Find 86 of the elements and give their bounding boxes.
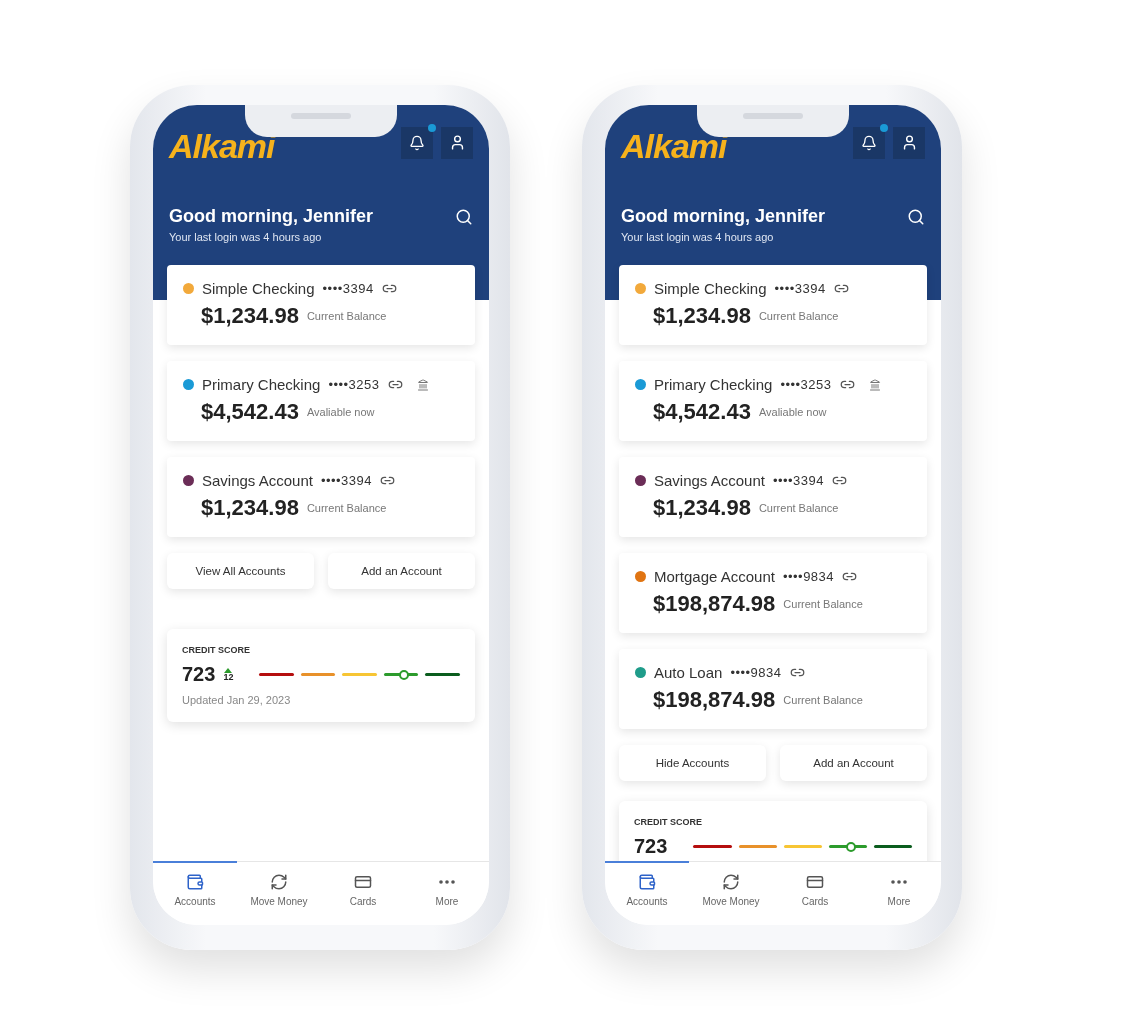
credit-score-value: 723: [182, 663, 216, 686]
account-number: ••••3394: [322, 281, 374, 296]
search-button[interactable]: [455, 207, 473, 226]
balance-label: Current Balance: [783, 598, 863, 610]
account-name: Mortgage Account: [654, 568, 775, 585]
account-number: ••••3253: [328, 377, 380, 392]
nav-tab[interactable]: Cards: [321, 861, 405, 925]
search-icon: [907, 207, 925, 226]
unread-dot: [880, 123, 888, 132]
nav-tab[interactable]: More: [405, 861, 489, 925]
nav-tab[interactable]: Move Money: [237, 861, 321, 925]
nav-tab[interactable]: Accounts: [605, 861, 689, 925]
account-action-button[interactable]: View All Accounts: [167, 553, 314, 589]
balance-label: Current Balance: [783, 694, 863, 706]
account-card[interactable]: Mortgage Account ••••9834 $198,874.98 Current Balance: [619, 553, 927, 633]
account-balance: $198,874.98: [653, 591, 776, 617]
card-icon: [806, 873, 824, 891]
notifications-button[interactable]: [401, 126, 433, 159]
account-balance: $4,542.43: [201, 399, 299, 425]
account-name: Simple Checking: [202, 280, 315, 297]
account-name: Savings Account: [654, 472, 765, 489]
account-balance: $1,234.98: [201, 495, 299, 521]
account-number: ••••3394: [320, 473, 373, 488]
account-number: ••••3394: [774, 281, 826, 296]
credit-score-value: 723: [634, 835, 668, 858]
account-balance: $4,542.43: [653, 399, 751, 425]
balance-label: Avaliable now: [758, 406, 827, 418]
account-name: Savings Account: [202, 472, 313, 489]
refresh-icon: [270, 873, 288, 891]
bell-icon: [409, 134, 425, 151]
notifications-button[interactable]: [853, 126, 885, 159]
card-icon: [354, 873, 372, 891]
balance-label: Current Balance: [758, 310, 839, 322]
account-balance: $1,234.98: [653, 303, 751, 329]
balance-label: Avaliable now: [306, 406, 375, 418]
account-balance: $198,874.98: [653, 687, 776, 713]
account-balance: $1,234.98: [201, 303, 299, 329]
account-card[interactable]: Auto Loan ••••9834 $198,874.98 Current Balance: [619, 649, 927, 729]
unread-dot: [428, 123, 436, 132]
balance-label: Current Balance: [758, 502, 839, 514]
account-card[interactable]: Savings Account ••••3394 $1,234.98 Current Balance: [619, 457, 927, 537]
credit-score-title: CREDIT SCORE: [634, 817, 703, 827]
credit-score-card[interactable]: CREDIT SCORE 723 12 Updated Jan 29, 2023: [167, 629, 475, 722]
nav-tab[interactable]: Cards: [773, 861, 857, 925]
account-action-button[interactable]: Hide Accounts: [619, 745, 766, 781]
last-login-text: Your last login was 4 hours ago: [621, 231, 775, 243]
credit-score-title: CREDIT SCORE: [182, 645, 251, 655]
last-login-text: Your last login was 4 hours ago: [169, 231, 323, 243]
nav-tab[interactable]: More: [857, 861, 941, 925]
refresh-icon: [722, 873, 740, 891]
wallet-icon: [638, 873, 656, 891]
account-name: Simple Checking: [654, 280, 767, 297]
greeting: Good morning, Jennifer: [621, 206, 825, 227]
balance-label: Current Balance: [306, 502, 387, 514]
profile-button[interactable]: [441, 126, 473, 159]
logo: Alkami: [169, 127, 275, 166]
updated-date: Updated Jan 29, 2023: [182, 694, 292, 706]
account-action-button[interactable]: Add an Account: [780, 745, 927, 781]
account-balance: $1,234.98: [653, 495, 751, 521]
bell-icon: [861, 134, 877, 151]
account-card[interactable]: Primary Checking ••••3253 $4,542.43 Avaliable now: [619, 361, 927, 441]
account-card[interactable]: Simple Checking ••••3394 $1,234.98 Current Balance: [619, 265, 927, 345]
more-icon: [891, 880, 907, 884]
search-icon: [455, 207, 473, 226]
score-change: 12: [223, 667, 234, 682]
greeting: Good morning, Jennifer: [169, 206, 373, 227]
account-number: ••••3253: [780, 377, 832, 392]
account-card[interactable]: Savings Account ••••3394 $1,234.98 Current Balance: [167, 457, 475, 537]
nav-tab[interactable]: Move Money: [689, 861, 773, 925]
account-number: ••••9834: [730, 665, 782, 680]
account-action-button[interactable]: Add an Account: [328, 553, 475, 589]
account-number: ••••9834: [782, 569, 835, 584]
more-icon: [439, 880, 455, 884]
account-number: ••••3394: [772, 473, 825, 488]
profile-button[interactable]: [893, 126, 925, 159]
balance-label: Current Balance: [306, 310, 387, 322]
credit-score-card[interactable]: CREDIT SCORE 723: [619, 801, 927, 861]
account-name: Primary Checking: [654, 376, 773, 393]
logo: Alkami: [621, 127, 727, 166]
account-name: Auto Loan: [654, 664, 723, 681]
account-card[interactable]: Simple Checking ••••3394 $1,234.98 Current Balance: [167, 265, 475, 345]
nav-tab[interactable]: Accounts: [153, 861, 237, 925]
wallet-icon: [186, 873, 204, 891]
account-card[interactable]: Primary Checking ••••3253 $4,542.43 Avaliable now: [167, 361, 475, 441]
account-name: Primary Checking: [202, 376, 321, 393]
search-button[interactable]: [907, 207, 925, 226]
